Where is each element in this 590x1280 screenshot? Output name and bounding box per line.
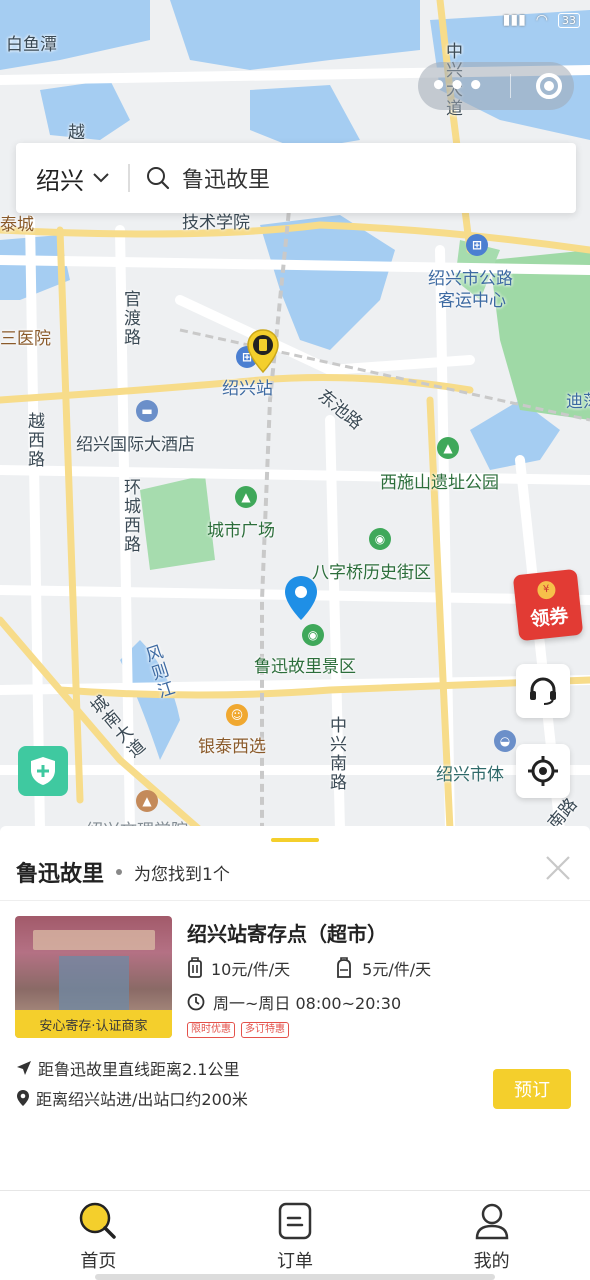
divider	[0, 900, 590, 901]
locate-icon	[528, 756, 558, 786]
status-bar: ▮▮▮ ◠ 33	[0, 0, 590, 40]
tab-label: 首页	[80, 1251, 117, 1272]
scenic-icon: ◉	[302, 624, 324, 646]
more-dots-icon[interactable]: •••	[430, 71, 486, 101]
clock-icon	[187, 993, 205, 1011]
map-label: 三医院	[0, 329, 51, 349]
bus-station-icon: ⊞	[466, 234, 488, 256]
results-sheet: 鲁迅故里 为您找到1个 安心寄存·认证商家 绍兴站寄存点（超市） 10元/件/天…	[0, 826, 590, 1190]
map-label: 客运中心	[438, 291, 506, 311]
map-label: 银泰西选	[198, 737, 266, 757]
luggage-icon	[188, 957, 202, 978]
separator-dot	[116, 869, 123, 875]
map-label: 绍兴国际大酒店	[76, 435, 195, 455]
stadium-icon: ◒	[494, 730, 516, 752]
map-label: 越	[68, 123, 85, 143]
business-hours: 周一~周日 08:00~20:30	[213, 994, 402, 1013]
park-icon: ▲	[235, 486, 257, 508]
price-row: 10元/件/天 5元/件/天	[187, 956, 431, 980]
map-label: 官渡路	[120, 290, 140, 347]
map-label: 八字桥历史街区	[312, 563, 431, 583]
map-label: 迪荡	[566, 392, 590, 412]
sheet-handle[interactable]	[271, 838, 319, 842]
tab-home[interactable]: 首页	[0, 1191, 197, 1280]
chevron-down-icon	[93, 173, 109, 183]
map-label: 泰城	[0, 215, 34, 235]
map-label: 城市广场	[207, 521, 275, 541]
search-input[interactable]: 鲁迅故里	[130, 162, 270, 194]
city-selector[interactable]: 绍兴	[16, 161, 128, 196]
map-label: 绍兴站	[222, 379, 273, 399]
status-icons: ▮▮▮ ◠ 33	[503, 12, 580, 28]
store-photo-sign	[33, 930, 155, 950]
user-icon	[475, 1203, 508, 1240]
wifi-icon: ◠	[535, 12, 548, 28]
battery-icon: 33	[558, 12, 580, 28]
tab-label: 我的	[473, 1251, 510, 1272]
search-query: 鲁迅故里	[182, 168, 271, 193]
coupon-button[interactable]: ¥ 领券	[512, 568, 584, 642]
safety-button[interactable]	[18, 746, 68, 796]
map-label: 绍兴市体	[436, 765, 504, 785]
station-distance-text: 距离绍兴站进/出站口约200米	[36, 1090, 248, 1109]
shield-plus-icon	[31, 757, 55, 785]
tab-label: 订单	[277, 1251, 313, 1272]
backpack-icon	[337, 957, 352, 978]
tab-bar: 首页 订单 我的	[0, 1190, 590, 1280]
coupon-label: 领券	[529, 604, 570, 631]
signal-icon: ▮▮▮	[502, 12, 526, 28]
store-photo[interactable]: 安心寄存·认证商家	[15, 916, 172, 1038]
locate-button[interactable]	[516, 744, 570, 798]
price-large-luggage: 10元/件/天	[211, 960, 291, 979]
map-view[interactable]: 白鱼潭 中兴大道 越 泰城 技术学院 ⊞ 绍兴市公路 客运中心 官渡路 三医院 …	[0, 0, 590, 830]
results-keyword: 鲁迅故里	[16, 862, 105, 887]
navigation-arrow-icon	[17, 1061, 31, 1075]
store-name[interactable]: 绍兴站寄存点（超市）	[187, 918, 387, 947]
map-label: 环城西路	[120, 478, 140, 554]
results-count: 为您找到1个	[134, 864, 230, 885]
map-label: 越西路	[24, 412, 44, 469]
hours-row: 周一~周日 08:00~20:30	[187, 990, 401, 1014]
target-ring-icon[interactable]	[535, 73, 562, 99]
tab-orders[interactable]: 订单	[197, 1191, 394, 1280]
tab-profile[interactable]: 我的	[393, 1191, 590, 1280]
results-header: 鲁迅故里 为您找到1个	[16, 856, 230, 888]
map-label: 鲁迅故里景区	[254, 657, 356, 677]
book-button[interactable]: 预订	[493, 1069, 571, 1109]
home-indicator	[95, 1274, 495, 1280]
certified-badge: 安心寄存·认证商家	[15, 1010, 172, 1038]
close-icon[interactable]	[544, 854, 572, 882]
promo-tag: 限时优惠	[187, 1022, 235, 1038]
promo-tag: 多订特惠	[241, 1022, 289, 1038]
mini-program-capsule: •••	[418, 62, 574, 110]
coupon-seal-icon: ¥	[536, 579, 557, 600]
map-label: 中兴南路	[326, 716, 346, 792]
capsule-divider	[510, 74, 512, 98]
search-icon	[147, 167, 170, 190]
shopping-icon: ☺	[226, 704, 248, 726]
map-label: 西施山遗址公园	[380, 473, 499, 493]
location-pin-icon	[17, 1090, 29, 1106]
hotel-icon: ▬	[136, 400, 158, 422]
headset-icon	[530, 677, 556, 705]
customer-service-button[interactable]	[516, 664, 570, 718]
distance-text: 距鲁迅故里直线距离2.1公里	[38, 1060, 240, 1079]
store-photo-door	[59, 956, 129, 1010]
park-icon: ▲	[437, 437, 459, 459]
search-bar: 绍兴 鲁迅故里	[16, 143, 576, 213]
search-icon	[80, 1202, 117, 1239]
city-label: 绍兴	[36, 166, 84, 195]
school-icon: ▲	[136, 790, 158, 812]
distance-row: 距鲁迅故里直线距离2.1公里	[16, 1056, 239, 1080]
scenic-icon: ◉	[369, 528, 391, 550]
promo-tags: 限时优惠 多订特惠	[187, 1022, 289, 1038]
order-icon	[278, 1202, 312, 1240]
station-row: 距离绍兴站进/出站口约200米	[16, 1086, 248, 1110]
price-small-bag: 5元/件/天	[362, 960, 432, 979]
